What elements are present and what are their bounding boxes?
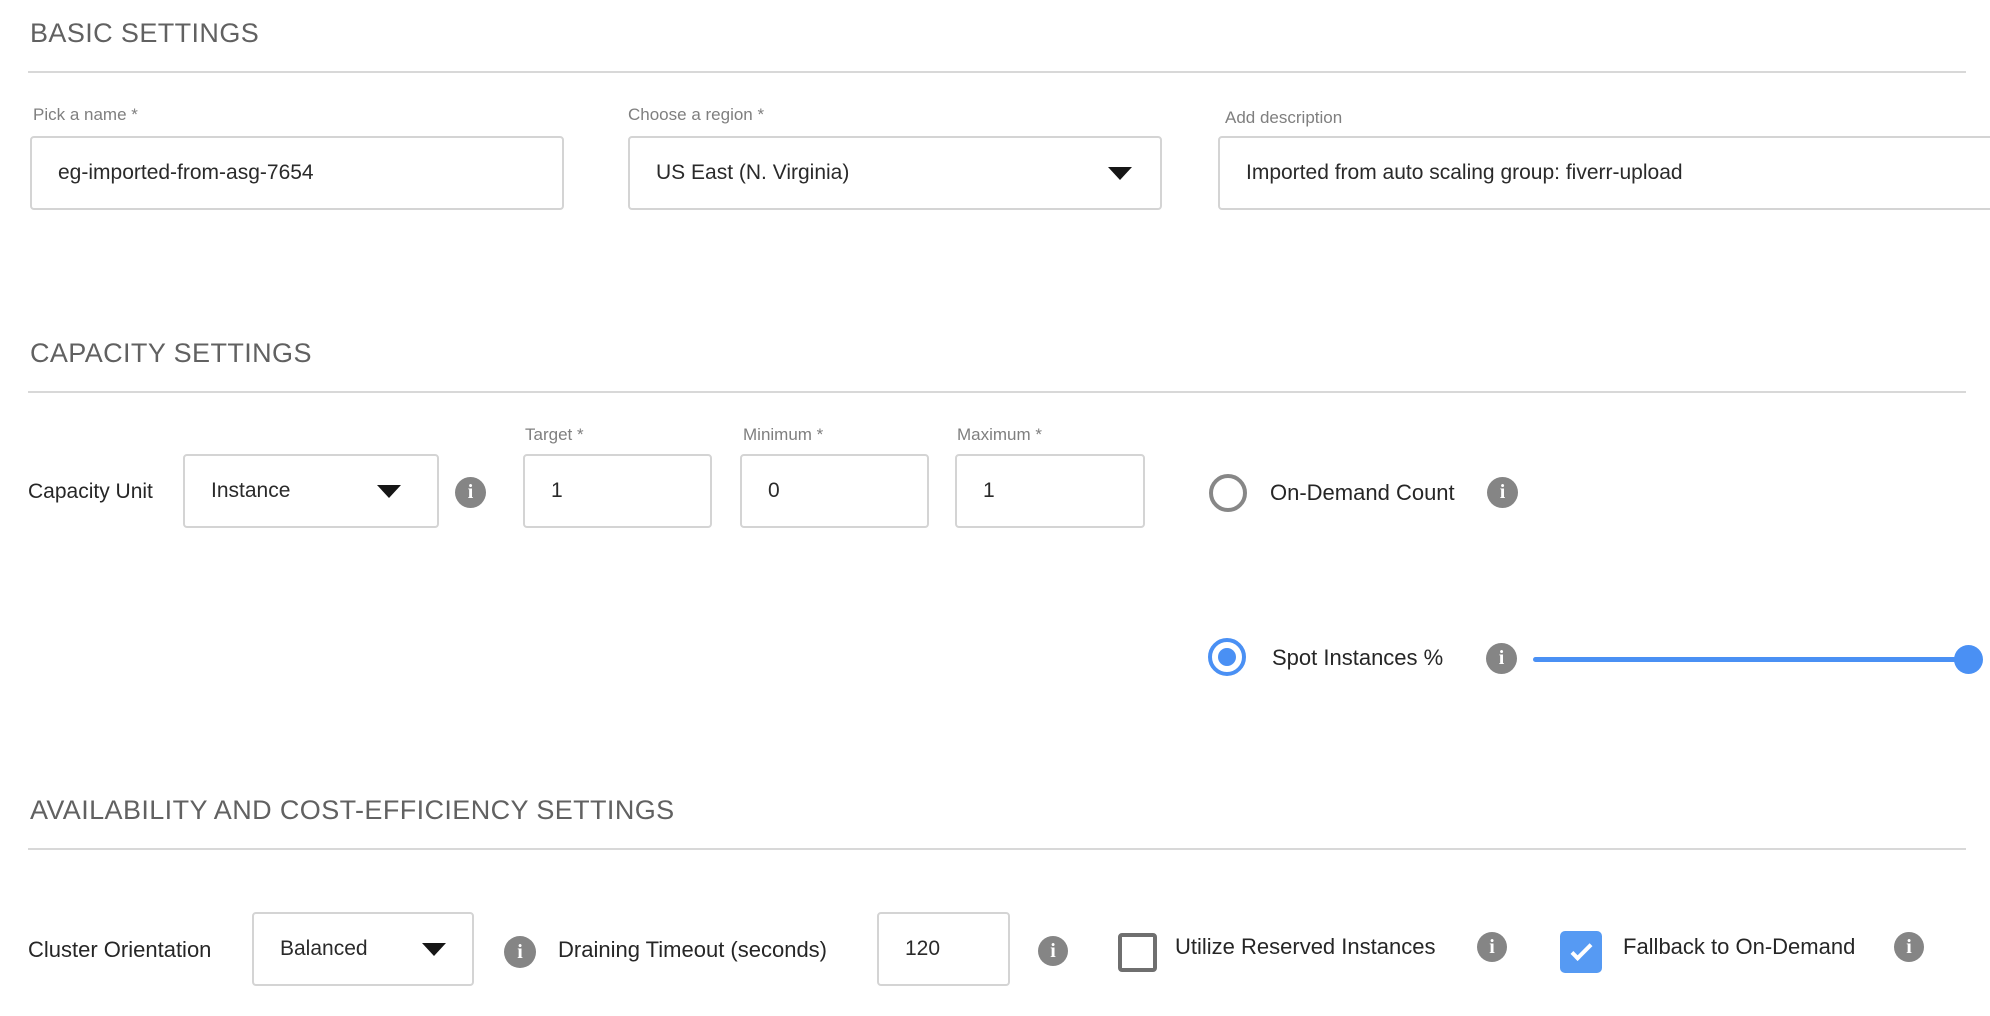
- settings-page: BASIC SETTINGS Pick a name * Choose a re…: [0, 0, 1990, 1016]
- radio-dot: [1218, 648, 1236, 666]
- add-description-label: Add description: [1225, 108, 1342, 128]
- pick-a-name-label: Pick a name *: [33, 105, 138, 125]
- spot-percentage-slider-thumb[interactable]: [1954, 645, 1983, 674]
- capacity-settings-title: CAPACITY SETTINGS: [30, 338, 312, 369]
- chevron-down-icon: [422, 943, 446, 956]
- region-dropdown-value: US East (N. Virginia): [656, 161, 849, 185]
- availability-settings-title: AVAILABILITY AND COST-EFFICIENCY SETTING…: [30, 795, 675, 826]
- capacity-unit-dropdown[interactable]: Instance: [183, 454, 439, 528]
- on-demand-count-info-icon[interactable]: i: [1487, 477, 1518, 508]
- utilize-reserved-instances-checkbox[interactable]: [1118, 933, 1157, 972]
- minimum-input[interactable]: [740, 454, 929, 528]
- fallback-to-on-demand-info-icon[interactable]: i: [1894, 932, 1924, 962]
- spot-instances-label: Spot Instances %: [1272, 645, 1443, 671]
- maximum-label: Maximum *: [957, 425, 1042, 445]
- on-demand-count-radio[interactable]: [1209, 474, 1247, 512]
- draining-timeout-info-icon[interactable]: i: [1038, 936, 1068, 966]
- choose-region-label: Choose a region *: [628, 105, 764, 125]
- description-input[interactable]: [1218, 136, 1990, 210]
- chevron-down-icon: [377, 485, 401, 498]
- capacity-unit-label: Capacity Unit: [28, 480, 153, 504]
- maximum-input[interactable]: [955, 454, 1145, 528]
- pick-a-name-input[interactable]: [30, 136, 564, 210]
- capacity-settings-divider: [28, 391, 1966, 393]
- checkmark-icon: [1570, 939, 1592, 961]
- capacity-unit-info-icon[interactable]: i: [455, 477, 486, 508]
- utilize-reserved-instances-label: Utilize Reserved Instances: [1175, 934, 1435, 960]
- cluster-orientation-dropdown-value: Balanced: [280, 937, 368, 961]
- spot-instances-info-icon[interactable]: i: [1486, 643, 1517, 674]
- region-dropdown[interactable]: US East (N. Virginia): [628, 136, 1162, 210]
- availability-settings-divider: [28, 848, 1966, 850]
- utilize-reserved-instances-info-icon[interactable]: i: [1477, 932, 1507, 962]
- capacity-unit-dropdown-value: Instance: [211, 479, 290, 503]
- basic-settings-title: BASIC SETTINGS: [30, 18, 259, 49]
- fallback-to-on-demand-checkbox[interactable]: [1560, 931, 1602, 973]
- spot-percentage-slider-track[interactable]: [1533, 657, 1969, 662]
- chevron-down-icon: [1108, 167, 1132, 180]
- fallback-to-on-demand-label: Fallback to On-Demand: [1623, 934, 1855, 960]
- cluster-orientation-label: Cluster Orientation: [28, 937, 211, 963]
- minimum-label: Minimum *: [743, 425, 823, 445]
- draining-timeout-input[interactable]: [877, 912, 1010, 986]
- draining-timeout-label: Draining Timeout (seconds): [558, 937, 827, 963]
- on-demand-count-label: On-Demand Count: [1270, 480, 1455, 506]
- target-label: Target *: [525, 425, 584, 445]
- basic-settings-divider: [28, 71, 1966, 73]
- target-input[interactable]: [523, 454, 712, 528]
- cluster-orientation-info-icon[interactable]: i: [504, 936, 536, 968]
- cluster-orientation-dropdown[interactable]: Balanced: [252, 912, 474, 986]
- spot-instances-radio[interactable]: [1208, 638, 1246, 676]
